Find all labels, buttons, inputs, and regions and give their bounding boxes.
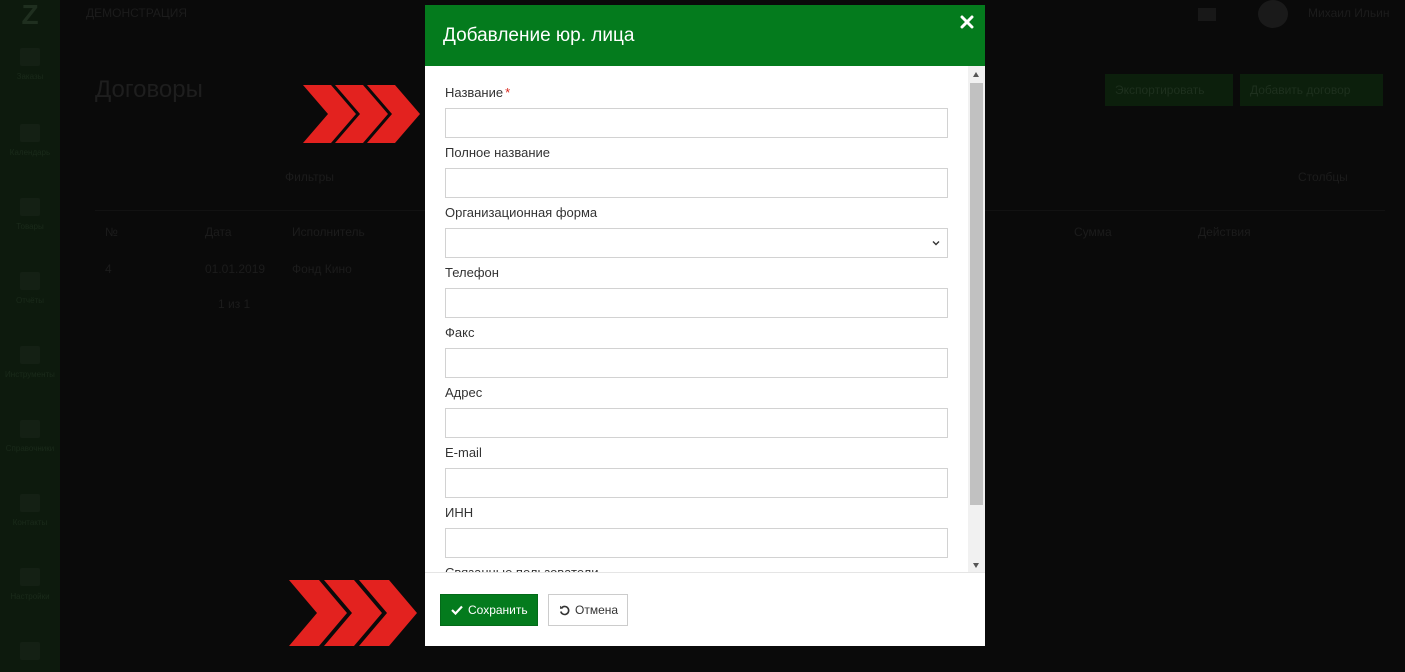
close-icon[interactable] <box>960 15 974 29</box>
field-full-name: Полное название <box>445 144 948 198</box>
undo-icon <box>560 605 570 615</box>
fax-input[interactable] <box>445 348 948 378</box>
table-cell-contractor: Фонд Кино <box>292 262 352 276</box>
chart-icon <box>20 272 40 290</box>
sliders-icon <box>20 568 40 586</box>
table-header-sum[interactable]: Сумма <box>1074 225 1112 239</box>
table-header-actions[interactable]: Действия <box>1198 225 1251 239</box>
table-header-date[interactable]: Дата <box>205 225 232 239</box>
mail-icon[interactable] <box>1198 8 1216 21</box>
field-label-fax: Факс <box>445 325 475 340</box>
table-cell-number: 4 <box>105 262 112 276</box>
field-name: Название * <box>445 84 948 138</box>
sidebar-item-tools[interactable]: Инструменты <box>0 346 60 380</box>
sidebar-item-more[interactable] <box>0 642 60 666</box>
user-icon <box>20 494 40 512</box>
address-input[interactable] <box>445 408 948 438</box>
modal-body[interactable]: Название * Полное название Организационна… <box>425 66 985 573</box>
sidebar-item-reports[interactable]: Отчёты <box>0 272 60 306</box>
chevron-down-icon <box>932 241 940 246</box>
org-form-select[interactable] <box>445 228 948 258</box>
save-button-label: Сохранить <box>468 603 528 617</box>
field-label-address: Адрес <box>445 385 483 400</box>
sidebar-item-directories[interactable]: Справочники <box>0 420 60 454</box>
scroll-down-icon[interactable] <box>973 563 979 568</box>
export-button[interactable]: Экспортировать <box>1105 74 1233 106</box>
box-icon <box>20 198 40 216</box>
pointer-arrow-save-icon <box>289 580 417 646</box>
field-label-org-form: Организационная форма <box>445 205 598 220</box>
table-cell-date: 01.01.2019 <box>205 262 266 276</box>
inn-input[interactable] <box>445 528 948 558</box>
list-icon <box>20 420 40 438</box>
sidebar: Z Заказы Календарь Товары Отчёты Инструм… <box>0 0 60 672</box>
field-label-name: Название <box>445 85 504 100</box>
field-label-inn: ИНН <box>445 505 474 520</box>
add-legal-entity-modal: Добавление юр. лица Название * Полное наз… <box>425 5 985 646</box>
field-fax: Факс <box>445 324 948 378</box>
field-inn: ИНН <box>445 504 948 558</box>
check-icon <box>451 605 463 615</box>
pointer-arrow-name-icon <box>303 85 420 143</box>
sidebar-item-contacts[interactable]: Контакты <box>0 494 60 528</box>
phone-input[interactable] <box>445 288 948 318</box>
cancel-button[interactable]: Отмена <box>548 594 628 626</box>
field-label-linked-users: Связанные пользователи <box>445 565 599 573</box>
add-contract-button[interactable]: Добавить договор <box>1240 74 1383 106</box>
email-input[interactable] <box>445 468 948 498</box>
modal-title: Добавление юр. лица <box>443 25 635 46</box>
sidebar-item-settings[interactable]: Настройки <box>0 568 60 602</box>
page-title: Договоры <box>95 76 203 103</box>
pagination[interactable]: 1 из 1 <box>218 297 250 311</box>
table-header-contractor[interactable]: Исполнитель <box>292 225 365 239</box>
sidebar-item-goods[interactable]: Товары <box>0 198 60 232</box>
field-linked-users: Связанные пользователи <box>445 564 948 573</box>
columns-menu[interactable]: Столбцы <box>1298 170 1348 184</box>
field-label-full-name: Полное название <box>445 145 551 160</box>
modal-header: Добавление юр. лица <box>425 5 985 66</box>
sidebar-item-calendar[interactable]: Календарь <box>0 124 60 158</box>
cancel-button-label: Отмена <box>575 603 619 617</box>
scrollbar-thumb[interactable] <box>970 83 983 505</box>
field-address: Адрес <box>445 384 948 438</box>
user-name[interactable]: Михаил Ильин <box>1308 6 1390 20</box>
modal-scrollbar[interactable] <box>968 66 985 572</box>
name-input[interactable] <box>445 108 948 138</box>
required-marker: * <box>505 85 511 100</box>
field-org-form: Организационная форма <box>445 204 948 258</box>
full-name-input[interactable] <box>445 168 948 198</box>
field-label-email: E-mail <box>445 445 482 460</box>
breadcrumb[interactable]: ДЕМОНСТРАЦИЯ <box>86 6 187 20</box>
puzzle-icon <box>20 642 40 660</box>
scroll-up-icon[interactable] <box>973 72 979 77</box>
briefcase-icon <box>20 346 40 364</box>
save-button[interactable]: Сохранить <box>440 594 538 626</box>
modal-footer: Сохранить Отмена <box>425 573 985 646</box>
calendar-icon <box>20 124 40 142</box>
avatar[interactable] <box>1258 0 1288 28</box>
app-logo: Z <box>21 0 39 30</box>
sidebar-item-orders[interactable]: Заказы <box>0 48 60 82</box>
field-phone: Телефон <box>445 264 948 318</box>
field-label-phone: Телефон <box>445 265 499 280</box>
filters-toggle[interactable]: Фильтры <box>285 170 334 184</box>
table-header-number[interactable]: № <box>105 225 118 239</box>
book-icon <box>20 48 40 66</box>
field-email: E-mail <box>445 444 948 498</box>
